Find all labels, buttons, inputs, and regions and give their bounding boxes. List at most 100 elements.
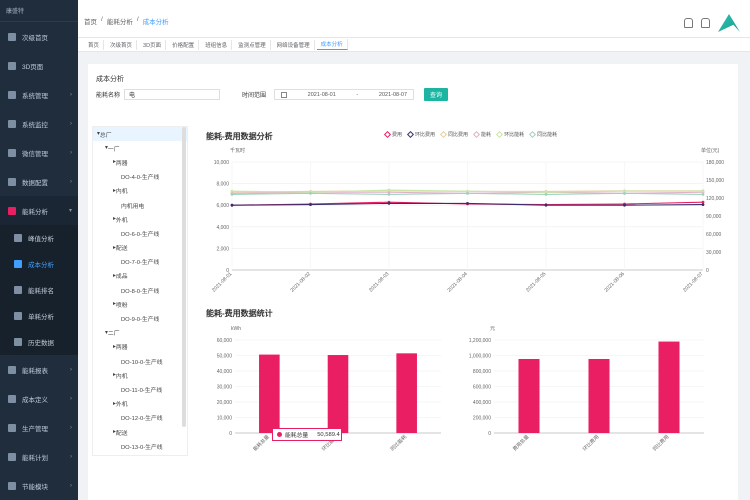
legend-item[interactable]: 环比能耗 — [496, 130, 524, 139]
tree-node[interactable]: ▸ 两器 — [93, 155, 187, 169]
tree-node[interactable]: DO-11-0-生产线 — [93, 382, 187, 396]
menu-icon — [14, 260, 22, 268]
tree-node[interactable]: DO-13-0-生产线 — [93, 439, 187, 453]
tree-node[interactable]: ▸ 成品 — [93, 453, 187, 455]
tree-node[interactable]: ▸ 两器 — [93, 340, 187, 354]
tree-node-label: 外机 — [115, 402, 128, 409]
menu-icon — [8, 177, 16, 186]
date-sep: - — [356, 91, 359, 98]
tab[interactable]: 首页 — [84, 39, 105, 50]
legend-item[interactable]: 能耗 — [473, 130, 492, 139]
legend-item[interactable]: 费用 — [383, 130, 402, 139]
tree-node[interactable]: ▸ 外机 — [93, 212, 187, 226]
tree-node[interactable]: ▾ 二厂 — [93, 326, 187, 340]
legend-item[interactable]: 环比费用 — [406, 130, 436, 139]
tree-node-label: 外机 — [115, 217, 128, 224]
submenu-item[interactable]: 单耗分析 — [0, 303, 78, 329]
start-date: 2021-08-01 — [307, 91, 336, 98]
chevron-icon: › — [70, 366, 72, 373]
submenu-item[interactable]: 成本分析 — [0, 251, 78, 277]
tree-node-label: 配送 — [115, 430, 128, 437]
sidebar-item[interactable]: 系统监控 › — [0, 109, 78, 138]
sidebar-item[interactable]: 能耗分析 ▾ — [0, 196, 78, 225]
sidebar-item[interactable]: 数据配置 › — [0, 167, 78, 196]
tree-node[interactable]: DO-12-0-生产线 — [93, 411, 187, 425]
chevron-icon: › — [70, 395, 72, 402]
tree-node-label: DO-7-0-生产线 — [121, 260, 160, 267]
tree-node[interactable]: ▸ 成品 — [93, 269, 187, 283]
legend-marker-icon — [383, 130, 392, 139]
dim-input[interactable]: 电 — [124, 89, 221, 100]
sidebar-item-label: 能耗分析 — [22, 208, 48, 216]
sidebar-item-label: 3D页面 — [22, 63, 44, 71]
bar-chart-title: 能耗-费用数据统计 — [206, 309, 273, 318]
submenu-item[interactable]: 能耗排名 — [0, 277, 78, 303]
sidebar-item[interactable]: 微信管理 › — [0, 138, 78, 167]
tree-node[interactable]: ▾ 一厂 — [93, 141, 187, 155]
breadcrumb-home[interactable]: 首页 — [84, 16, 97, 26]
tab[interactable]: 3D页面 — [139, 39, 167, 50]
line-chart-title: 能耗-费用数据分析 — [206, 132, 273, 141]
sidebar-item[interactable]: 成本定义 › — [0, 384, 78, 413]
tree-node[interactable]: ▸ 外机 — [93, 397, 187, 411]
tree-node[interactable]: DO-6-0-生产线 — [93, 226, 187, 240]
legend-label: 环比费用 — [415, 132, 436, 138]
tree-node[interactable]: ▸ 配送 — [93, 241, 187, 255]
sidebar-item[interactable]: 能耗计划 › — [0, 442, 78, 471]
tab[interactable]: 次级首页 — [106, 39, 138, 50]
legend-label: 能耗 — [481, 132, 492, 138]
tab[interactable]: 网络设备管理 — [273, 39, 315, 50]
bell-icon[interactable] — [684, 18, 693, 28]
sidebar-item[interactable]: 节能模块 › — [0, 471, 78, 500]
line-chart-legend: 费用 环比费用 同比费用 能耗 环比能耗 同比能耗 — [383, 130, 558, 139]
legend-item[interactable]: 同比能耗 — [529, 130, 558, 139]
legend-item[interactable]: 同比费用 — [439, 130, 468, 139]
query-button[interactable]: 查询 — [424, 88, 449, 101]
tree-node[interactable]: ▸ 配送 — [93, 425, 187, 439]
submenu-item[interactable]: 历史数据 — [0, 329, 78, 355]
date-range-picker[interactable]: 2021-08-01 - 2021-08-07 — [274, 89, 415, 100]
legend-label: 同比能耗 — [537, 132, 558, 138]
tab[interactable]: 价格配置 — [168, 39, 200, 50]
tree-node-label: DO-12-0-生产线 — [121, 416, 163, 423]
page-title: 成本分析 — [96, 76, 124, 83]
tree-node[interactable]: ▸ 内机 — [93, 184, 187, 198]
menu-icon — [8, 119, 16, 128]
tree-node[interactable]: 内机用电 — [93, 198, 187, 212]
chevron-icon: › — [70, 482, 72, 489]
tab[interactable]: 成本分析 — [316, 39, 348, 50]
sidebar-item[interactable]: 生产管理 › — [0, 413, 78, 442]
tree-node[interactable]: ▸ 喷粉 — [93, 297, 187, 311]
tree-node-label: DO-10-0-生产线 — [121, 359, 163, 366]
tree-node[interactable]: ▾ 总厂 — [93, 127, 187, 142]
tree-node[interactable]: DO-8-0-生产线 — [93, 283, 187, 297]
tree-node[interactable]: ▸ 内机 — [93, 368, 187, 382]
tree-node[interactable]: DO-4-0-生产线 — [93, 170, 187, 184]
submenu: 峰值分析 成本分析能耗排名单耗分析 历史数据 — [0, 225, 78, 355]
submenu-item-label: 能耗排名 — [28, 288, 54, 295]
tooltip-dot — [277, 432, 282, 437]
breadcrumb-parent[interactable]: 能耗分析 — [107, 16, 133, 26]
tree-scrollbar[interactable] — [182, 127, 186, 427]
sidebar-item[interactable]: 3D页面 — [0, 51, 78, 80]
tab[interactable]: 班组信息 — [201, 39, 233, 50]
breadcrumb: 首页 / 能耗分析 / 成本分析 — [84, 16, 169, 26]
tab[interactable]: 监测点管理 — [234, 39, 271, 50]
tree-node[interactable]: DO-9-0-生产线 — [93, 311, 187, 325]
filter-bar: 能耗名称 电 时间范围 2021-08-01 - 2021-08-07 查询 — [96, 88, 449, 101]
chevron-icon: › — [70, 178, 72, 185]
logo-icon — [718, 14, 740, 32]
menu-icon — [8, 206, 16, 215]
legend-marker-icon — [406, 130, 415, 139]
tree-node[interactable]: DO-7-0-生产线 — [93, 255, 187, 269]
tree-node[interactable]: DO-10-0-生产线 — [93, 354, 187, 368]
sidebar-item[interactable]: 系统管理 › — [0, 80, 78, 109]
chevron-icon: ▾ — [68, 208, 72, 214]
sidebar-item[interactable]: 能耗报表 › — [0, 355, 78, 384]
sidebar-item[interactable]: 次级首页 — [0, 22, 78, 51]
brand-label: 康盛特 — [0, 0, 78, 22]
trash-icon[interactable] — [701, 18, 710, 28]
tree-node-label: 配送 — [115, 246, 128, 253]
chevron-icon: › — [70, 149, 72, 156]
submenu-item[interactable]: 峰值分析 — [0, 225, 78, 251]
